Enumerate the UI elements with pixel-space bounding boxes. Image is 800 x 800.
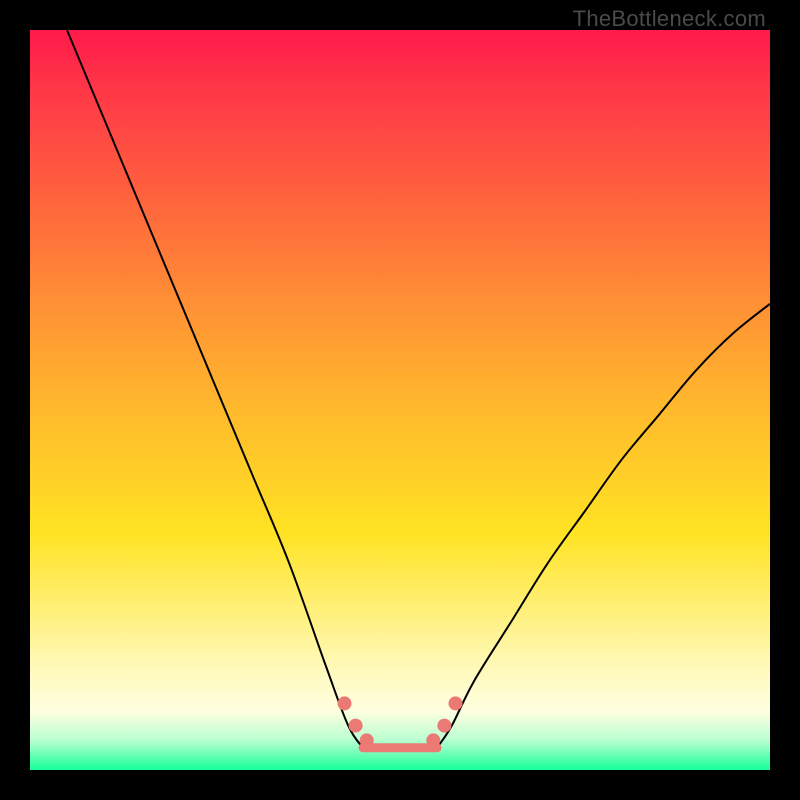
- marker-dot: [427, 734, 440, 747]
- chart-svg: [30, 30, 770, 770]
- plot-area: [30, 30, 770, 770]
- curve-right: [437, 304, 770, 748]
- marker-dot: [338, 697, 351, 710]
- marker-dot: [438, 719, 451, 732]
- marker-dot: [360, 734, 373, 747]
- watermark-text: TheBottleneck.com: [573, 6, 766, 32]
- curve-left: [67, 30, 363, 748]
- marker-dot: [349, 719, 362, 732]
- marker-dot: [449, 697, 462, 710]
- chart-frame: TheBottleneck.com: [0, 0, 800, 800]
